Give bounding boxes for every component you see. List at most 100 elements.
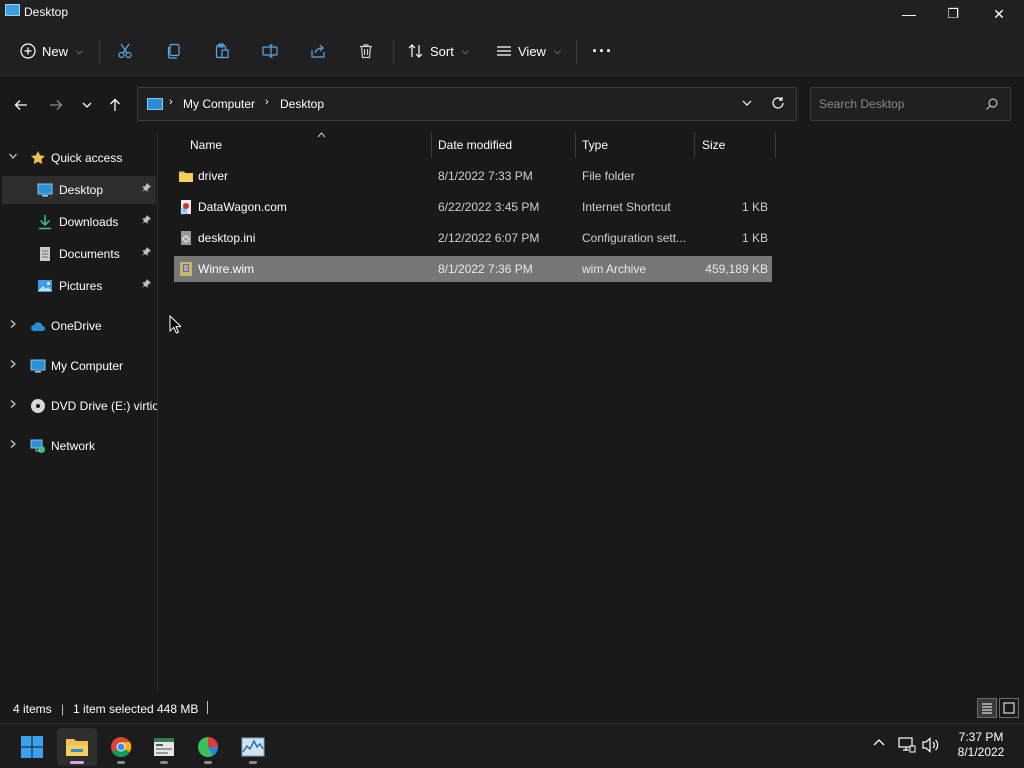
chevron-right-icon[interactable] (8, 439, 18, 452)
star-icon (31, 151, 45, 164)
volume-button[interactable] (922, 737, 940, 756)
file-size: 459,189 KB (705, 262, 768, 276)
speaker-icon (922, 737, 939, 753)
forward-button[interactable] (45, 94, 67, 116)
column-header-name[interactable]: Name (174, 132, 432, 158)
chevron-down-icon: ⌵ (553, 45, 561, 56)
monitor-app-icon (241, 737, 265, 757)
sidebar-item-my-computer[interactable]: My Computer (2, 352, 156, 380)
taskbar: 7:37 PM 8/1/2022 (0, 723, 1024, 768)
rename-button[interactable] (262, 36, 278, 66)
file-row-desktop-ini[interactable]: desktop.ini 2/12/2022 6:07 PM Configurat… (174, 225, 772, 251)
sidebar-item-dvd-drive[interactable]: DVD Drive (E:) virtio- (2, 392, 158, 420)
recent-locations-button[interactable] (76, 94, 98, 116)
details-view-button[interactable] (977, 698, 997, 718)
sidebar-item-network[interactable]: Network (2, 432, 156, 460)
taskbar-file-explorer[interactable] (57, 728, 97, 766)
chevron-right-icon[interactable] (8, 399, 18, 412)
sort-icon (408, 44, 423, 58)
file-row-datawagon[interactable]: DataWagon.com 6/22/2022 3:45 PM Internet… (174, 194, 772, 220)
taskbar-app-window[interactable] (144, 728, 184, 766)
new-button[interactable]: New ⌵ (20, 36, 83, 66)
address-dropdown-button[interactable] (741, 97, 753, 112)
search-box[interactable] (810, 87, 1011, 121)
sidebar-item-downloads[interactable]: Downloads (2, 208, 156, 236)
taskbar-chart-app[interactable] (188, 728, 228, 766)
file-size: 1 KB (741, 200, 768, 214)
share-button[interactable] (310, 36, 326, 66)
column-header-size[interactable]: Size (695, 132, 775, 158)
large-icons-view-icon (1003, 702, 1015, 714)
sidebar-item-pictures[interactable]: Pictures (2, 272, 156, 300)
cut-button[interactable] (117, 36, 133, 66)
share-icon (311, 44, 325, 58)
taskbar-monitor-app[interactable] (233, 728, 273, 766)
address-bar[interactable]: › My Computer › Desktop (137, 87, 797, 121)
file-date: 6/22/2022 3:45 PM (438, 200, 540, 214)
pin-icon[interactable] (141, 214, 152, 228)
refresh-button[interactable] (771, 96, 785, 113)
file-type: Configuration sett... (582, 231, 687, 245)
sidebar-item-documents[interactable]: Documents (2, 240, 156, 268)
download-icon (39, 215, 51, 230)
breadcrumb-separator: › (169, 96, 173, 108)
minimize-button[interactable]: — (886, 0, 932, 28)
search-input[interactable] (819, 96, 979, 112)
file-size: 1 KB (741, 231, 768, 245)
file-list: Name Date modified Type Size driver 8/1/… (160, 132, 1024, 693)
breadcrumb-my-computer[interactable]: My Computer (183, 97, 255, 111)
paste-button[interactable] (214, 36, 230, 66)
show-hidden-icons-button[interactable] (872, 736, 886, 753)
copy-button[interactable] (166, 36, 182, 66)
file-name: DataWagon.com (198, 200, 287, 214)
file-type: wim Archive (582, 262, 647, 276)
search-icon[interactable] (985, 97, 999, 114)
start-button[interactable] (12, 728, 52, 766)
up-button[interactable] (104, 94, 126, 116)
sidebar-item-desktop[interactable]: Desktop (2, 176, 156, 204)
column-header-date[interactable]: Date modified (432, 132, 575, 158)
breadcrumb-desktop[interactable]: Desktop (280, 97, 324, 111)
close-button[interactable]: ✕ (976, 0, 1022, 28)
pin-icon[interactable] (141, 278, 152, 292)
back-button[interactable] (10, 94, 32, 116)
running-indicator (204, 761, 212, 764)
column-header-label: Type (582, 138, 609, 152)
taskbar-chrome[interactable] (101, 728, 141, 766)
delete-button[interactable] (358, 36, 374, 66)
active-indicator (70, 761, 84, 764)
chevron-down-icon (742, 100, 752, 106)
sidebar-item-label: DVD Drive (E:) virtio- (51, 399, 158, 413)
file-row-winre-wim[interactable]: Winre.wim 8/1/2022 7:36 PM wim Archive 4… (174, 256, 772, 282)
plus-circle-icon (20, 43, 36, 59)
network-status-button[interactable] (898, 737, 916, 756)
column-divider[interactable] (775, 132, 776, 158)
sidebar-item-label: OneDrive (51, 319, 102, 333)
large-icons-view-button[interactable] (999, 698, 1019, 718)
sort-button[interactable]: Sort ⌵ (408, 36, 469, 66)
more-options-button[interactable]: ··· (592, 36, 613, 66)
cut-icon (118, 43, 132, 59)
pin-icon[interactable] (141, 182, 152, 196)
file-row-driver[interactable]: driver 8/1/2022 7:33 PM File folder (174, 163, 772, 189)
view-button[interactable]: View ⌵ (496, 36, 561, 66)
pin-icon[interactable] (141, 246, 152, 260)
mouse-cursor-icon (169, 315, 181, 334)
arrow-right-icon (50, 100, 63, 110)
chevron-right-icon[interactable] (8, 359, 18, 372)
sidebar-item-label: Pictures (59, 279, 103, 293)
clock[interactable]: 7:37 PM 8/1/2022 (950, 730, 1012, 760)
window-title: Desktop (24, 5, 69, 19)
chevron-right-icon[interactable] (8, 319, 18, 332)
sidebar-item-onedrive[interactable]: OneDrive (2, 312, 156, 340)
arrow-left-icon (14, 100, 27, 110)
status-bar: 4 items | 1 item selected 448 MB (0, 693, 1024, 723)
sidebar-item-quick-access[interactable]: Quick access (2, 144, 156, 172)
chevron-down-icon[interactable] (8, 151, 18, 164)
file-date: 8/1/2022 7:33 PM (438, 169, 533, 183)
file-explorer-icon (66, 739, 88, 756)
column-header-type[interactable]: Type (576, 132, 694, 158)
running-indicator (160, 761, 168, 764)
clock-time: 7:37 PM (958, 730, 1004, 744)
maximize-button[interactable]: ❐ (930, 0, 976, 28)
